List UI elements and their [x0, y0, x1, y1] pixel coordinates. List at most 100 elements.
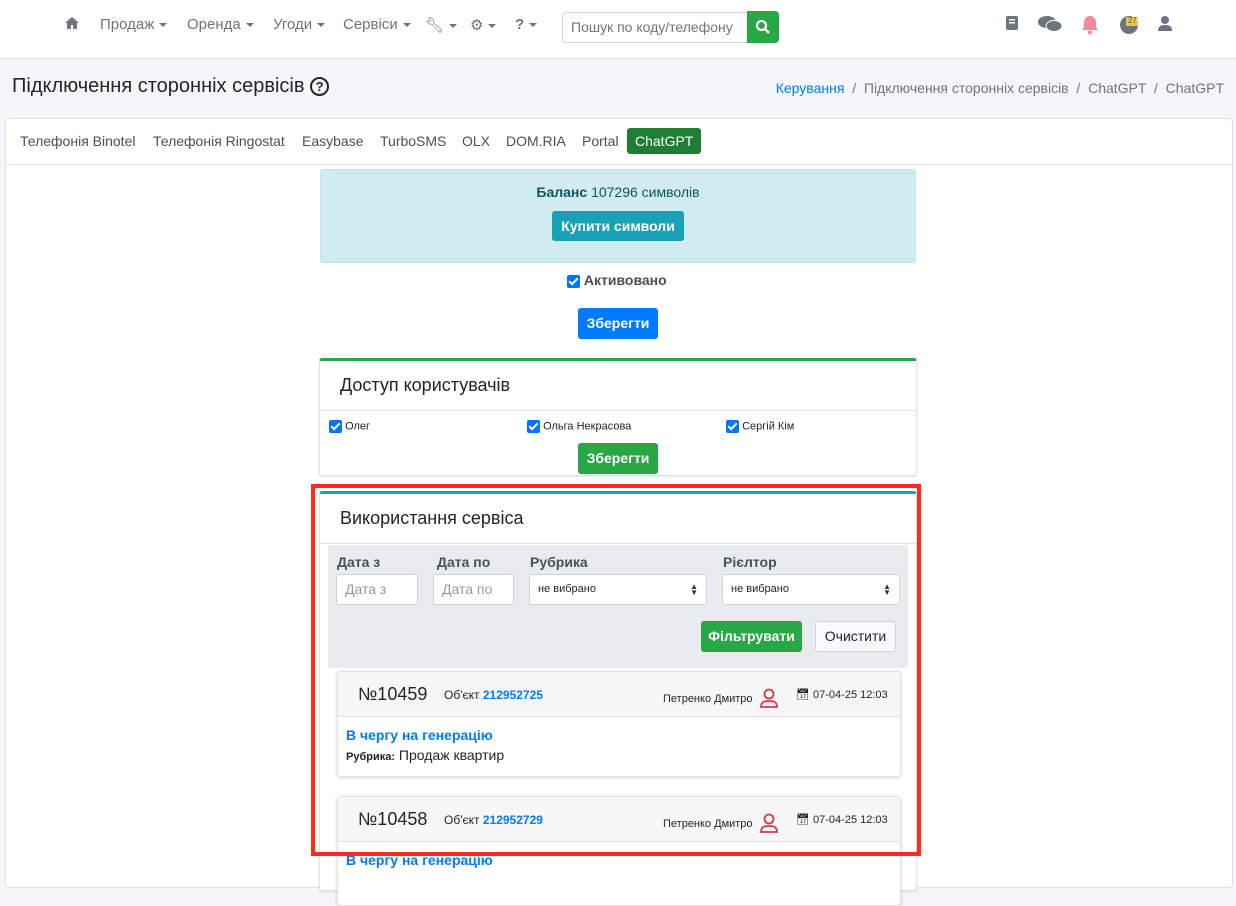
bell-icon[interactable] — [1081, 15, 1099, 38]
chat-icon[interactable] — [1038, 15, 1063, 36]
checkbox-checked[interactable] — [329, 420, 342, 433]
entry-user: Петренко Дмитро — [663, 813, 778, 833]
badge-count: 27 — [1128, 16, 1137, 25]
date-to-input[interactable]: Дата по — [433, 574, 514, 605]
entry-number: №10459 — [358, 684, 428, 704]
usage-entry: №10458 Об'єкт 212952729 Петренко Дмитро … — [337, 796, 901, 906]
user-label: Сергій Кім — [742, 420, 795, 433]
breadcrumb-item: Підключення сторонніх сервісів — [863, 80, 1069, 96]
date-from-label: Дата з — [337, 554, 381, 570]
search-input[interactable]: Пошук по коду/телефону — [562, 12, 748, 43]
save-button[interactable]: Зберегти — [578, 308, 658, 339]
user-label: Олег — [345, 420, 371, 433]
entry-status-link[interactable]: В чергу на генерацію — [346, 852, 892, 868]
clear-button[interactable]: Очистити — [815, 621, 896, 652]
sort-icon: ▲ ▼ — [883, 582, 891, 597]
save-access-button[interactable]: Зберегти — [578, 443, 658, 474]
entry-object: Об'єкт 212952725 — [444, 688, 543, 702]
menu-sales[interactable]: Продаж — [100, 16, 168, 33]
tab-ringostat[interactable]: Телефонія Ringostat — [153, 133, 285, 149]
usage-entry: №10459 Об'єкт 212952725 Петренко Дмитро … — [337, 671, 901, 777]
balance-alert: Баланс 107296 символів Купити символи — [320, 169, 916, 263]
menu-label: Продаж — [100, 16, 155, 33]
help-circle-icon[interactable]: ? — [310, 77, 330, 96]
select-value: не вибрано — [538, 583, 596, 595]
search-button[interactable] — [747, 11, 779, 43]
entry-status-link[interactable]: В чергу на генерацію — [346, 727, 892, 743]
breadcrumb: Керування / Підключення сторонніх сервіс… — [775, 80, 1224, 96]
select-value: не вибрано — [731, 583, 789, 595]
calendar-icon: 📅︎ — [796, 814, 810, 826]
entry-object: Об'єкт 212952729 — [444, 813, 543, 827]
menu-services[interactable]: Сервіси — [343, 16, 411, 33]
page-title-text: Підключення сторонніх сервісів — [12, 75, 305, 97]
tab-olx[interactable]: OLX — [462, 133, 490, 149]
wrench-icon[interactable]: 🔧︎ — [425, 16, 458, 34]
date-from-input[interactable]: Дата з — [336, 574, 418, 605]
sort-icon: ▲ ▼ — [690, 582, 698, 597]
panel-title: Використання сервіса — [320, 494, 916, 544]
entry-date: 📅︎ 07-04-25 12:03 — [796, 688, 888, 701]
tab-turbosms[interactable]: TurboSMS — [380, 133, 446, 149]
checkbox-checked[interactable] — [726, 420, 739, 433]
rubric-label: Рубрика — [530, 554, 588, 570]
user-icon[interactable] — [1158, 15, 1172, 34]
checkbox-checked[interactable] — [527, 420, 540, 433]
calendar-icon: 📅︎ — [796, 689, 810, 701]
breadcrumb-item: ChatGPT — [1165, 80, 1224, 96]
menu-label: Угоди — [273, 16, 313, 33]
panel-title: Доступ користувачів — [320, 361, 916, 411]
user-checkbox[interactable]: Ольга Некрасова — [527, 420, 631, 433]
home-icon[interactable] — [64, 16, 80, 34]
date-to-label: Дата по — [437, 554, 491, 570]
user-outline-icon — [759, 688, 778, 708]
object-label: Об'єкт — [444, 813, 480, 827]
filter-form: Дата з Дата з Дата по Дата по Рубрика не… — [328, 545, 908, 668]
user-label: Ольга Некрасова — [543, 420, 632, 433]
gear-icon[interactable]: ⚙ — [470, 16, 497, 34]
entry-number: №10458 — [358, 809, 428, 829]
notification-icon[interactable]: 27 — [1119, 15, 1141, 38]
user-checkbox[interactable]: Олег — [329, 420, 370, 433]
user-outline-icon — [759, 813, 778, 833]
menu-rent[interactable]: Оренда — [187, 16, 254, 33]
rubric-label: Рубрика: — [346, 751, 396, 763]
date-value: 07-04-25 12:03 — [813, 814, 888, 826]
menu-label: Сервіси — [343, 16, 398, 33]
menu-label: Оренда — [187, 16, 241, 33]
date-value: 07-04-25 12:03 — [813, 689, 888, 701]
tab-chatgpt[interactable]: ChatGPT — [627, 128, 702, 154]
tab-portal[interactable]: Portal — [582, 133, 619, 149]
help-icon[interactable]: ? — [515, 16, 538, 33]
tab-domria[interactable]: DOM.RIA — [506, 133, 566, 149]
realtor-select[interactable]: не вибрано ▲ ▼ — [722, 574, 900, 605]
tabs: Телефонія Binotel Телефонія Ringostat Ea… — [6, 119, 1232, 165]
page-title: Підключення сторонніх сервісів ? — [12, 75, 330, 98]
user-name: Петренко Дмитро — [663, 818, 753, 830]
object-label: Об'єкт — [444, 688, 480, 702]
tab-binotel[interactable]: Телефонія Binotel — [20, 133, 135, 149]
checkbox-checked[interactable] — [567, 274, 580, 288]
entry-date: 📅︎ 07-04-25 12:03 — [796, 813, 888, 826]
search-icon — [755, 19, 770, 34]
user-access-panel: Доступ користувачів Олег Ольга Некрасова… — [319, 358, 917, 476]
filter-button[interactable]: Фільтрувати — [701, 621, 802, 652]
breadcrumb-item: ChatGPT — [1088, 80, 1147, 96]
object-link[interactable]: 212952725 — [483, 688, 543, 702]
entry-user: Петренко Дмитро — [663, 688, 778, 708]
user-checkbox[interactable]: Сергій Кім — [726, 420, 794, 433]
activated-label: Активовано — [583, 272, 667, 288]
realtor-label: Рієлтор — [723, 554, 777, 570]
balance-label: Баланс — [536, 184, 588, 200]
buy-symbols-button[interactable]: Купити символи — [552, 211, 684, 241]
menu-deals[interactable]: Угоди — [273, 16, 326, 33]
activated-checkbox[interactable]: Активовано — [567, 272, 667, 288]
top-navbar: Продаж Оренда Угоди Сервіси 🔧︎ ⚙ ? Пошук… — [0, 0, 1236, 59]
user-name: Петренко Дмитро — [663, 693, 753, 705]
book-icon[interactable] — [1006, 15, 1018, 34]
rubric-select[interactable]: не вибрано ▲ ▼ — [529, 574, 707, 605]
breadcrumb-link[interactable]: Керування — [776, 80, 845, 96]
tab-easybase[interactable]: Easybase — [302, 133, 363, 149]
rubric-value: Продаж квартир — [398, 747, 505, 763]
object-link[interactable]: 212952729 — [483, 813, 543, 827]
